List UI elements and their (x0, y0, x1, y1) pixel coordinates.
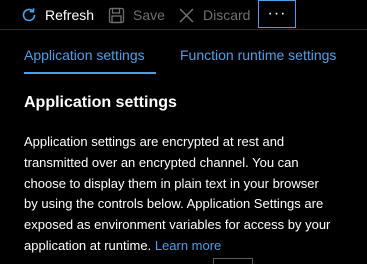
description-line: transmitted over an encrypted channel. Y… (24, 154, 299, 170)
section-heading: Application settings (24, 94, 177, 111)
description-line: Application settings are encrypted at re… (24, 134, 285, 149)
close-icon (178, 7, 195, 24)
discard-button[interactable]: Discard (178, 0, 250, 30)
learn-more-link[interactable]: Learn more (155, 238, 221, 253)
selected-tab-indicator (24, 72, 156, 74)
description-line: application at runtime. (24, 237, 152, 253)
description-line-last: application at runtime. Learn more (24, 236, 364, 257)
discard-label: Discard (203, 7, 251, 23)
tab-application-settings[interactable]: Application settings (24, 47, 145, 63)
save-button[interactable]: Save (108, 0, 165, 30)
command-bar: Refresh Save Discard ··· (0, 0, 367, 30)
refresh-label: Refresh (45, 7, 95, 23)
description-line: exposed as environment variables for acc… (24, 217, 331, 233)
partial-control[interactable] (213, 258, 253, 264)
description-line: choose to display them in plain text in … (24, 175, 319, 191)
refresh-button[interactable]: Refresh (20, 0, 94, 30)
section-description: Application settings are encrypted at re… (24, 132, 364, 257)
tab-function-runtime-settings[interactable]: Function runtime settings (180, 47, 336, 63)
more-options-button[interactable]: ··· (258, 0, 296, 28)
save-icon (108, 7, 125, 24)
save-label: Save (133, 7, 165, 23)
description-line: by using the controls below. Application… (24, 196, 324, 212)
refresh-icon (20, 6, 38, 24)
more-icon: ··· (267, 5, 287, 22)
settings-tabs: Application settings Function runtime se… (0, 30, 367, 74)
